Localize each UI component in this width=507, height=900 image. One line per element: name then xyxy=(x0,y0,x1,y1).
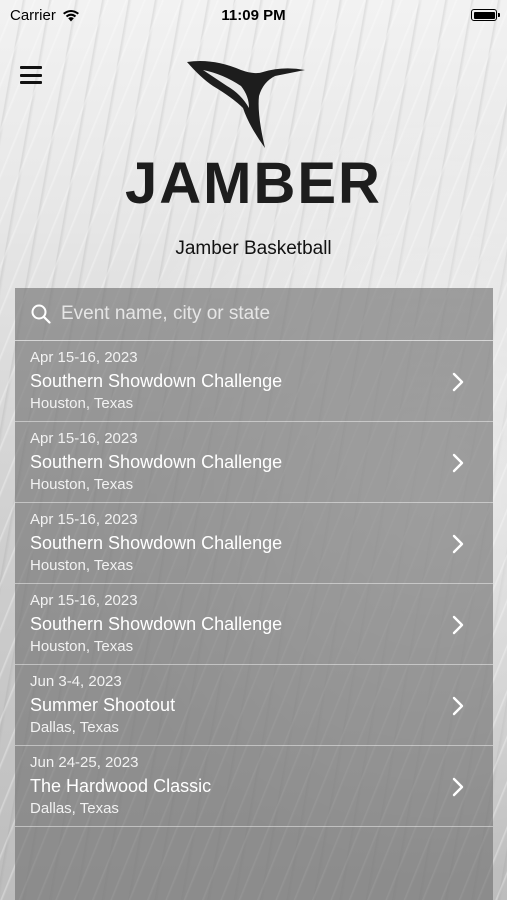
carrier-group: Carrier xyxy=(10,7,80,24)
carrier-label: Carrier xyxy=(10,6,56,24)
status-bar: Carrier 11:09 PM xyxy=(0,0,507,30)
event-row[interactable]: Apr 15-16, 2023 Southern Showdown Challen… xyxy=(15,503,493,584)
chevron-right-icon xyxy=(452,453,464,473)
event-location: Houston, Texas xyxy=(30,557,134,574)
event-name: Southern Showdown Challenge xyxy=(30,533,283,553)
event-list: Apr 15-16, 2023 Southern Showdown Challen… xyxy=(15,341,493,827)
wifi-icon xyxy=(62,9,79,21)
search-bar xyxy=(15,288,493,341)
chevron-right-icon xyxy=(452,696,464,716)
event-name: The Hardwood Classic xyxy=(30,776,212,796)
event-date: Apr 15-16, 2023 xyxy=(30,511,138,528)
battery-icon xyxy=(471,9,500,21)
event-row[interactable]: Apr 15-16, 2023 Southern Showdown Challen… xyxy=(15,584,493,665)
event-location: Dallas, Texas xyxy=(30,800,119,817)
event-row[interactable]: Jun 24-25, 2023 The Hardwood Classic Dalla… xyxy=(15,746,493,827)
menu-line xyxy=(20,81,42,84)
search-input[interactable] xyxy=(59,302,463,326)
chevron-right-icon xyxy=(452,615,464,635)
event-location: Houston, Texas xyxy=(30,638,134,655)
event-name: Southern Showdown Challenge xyxy=(30,371,283,391)
event-name: Southern Showdown Challenge xyxy=(30,452,283,472)
menu-line xyxy=(20,73,42,77)
chevron-right-icon xyxy=(452,777,464,797)
organization-name: Jamber Basketball xyxy=(175,238,332,259)
event-date: Apr 15-16, 2023 xyxy=(30,592,138,609)
event-location: Houston, Texas xyxy=(30,476,134,493)
event-date: Apr 15-16, 2023 xyxy=(30,349,138,366)
hummingbird-logo-icon xyxy=(187,61,305,148)
menu-line xyxy=(20,66,42,69)
events-panel: Apr 15-16, 2023 Southern Showdown Challen… xyxy=(15,288,493,900)
event-location: Dallas, Texas xyxy=(30,719,119,736)
event-name: Southern Showdown Challenge xyxy=(30,614,283,634)
event-row[interactable]: Apr 15-16, 2023 Southern Showdown Challen… xyxy=(15,422,493,503)
brand-wordmark: JAMBER xyxy=(125,151,382,216)
search-icon xyxy=(31,304,51,324)
event-row[interactable]: Apr 15-16, 2023 Southern Showdown Challen… xyxy=(15,341,493,422)
event-date: Jun 3-4, 2023 xyxy=(30,673,122,690)
event-row[interactable]: Jun 3-4, 2023 Summer Shootout Dallas, Texa… xyxy=(15,665,493,746)
event-date: Apr 15-16, 2023 xyxy=(30,430,138,447)
event-location: Houston, Texas xyxy=(30,395,134,412)
event-name: Summer Shootout xyxy=(30,695,176,715)
event-date: Jun 24-25, 2023 xyxy=(30,754,139,771)
chevron-right-icon xyxy=(452,534,464,554)
chevron-right-icon xyxy=(452,372,464,392)
hamburger-menu-icon[interactable] xyxy=(20,66,42,84)
